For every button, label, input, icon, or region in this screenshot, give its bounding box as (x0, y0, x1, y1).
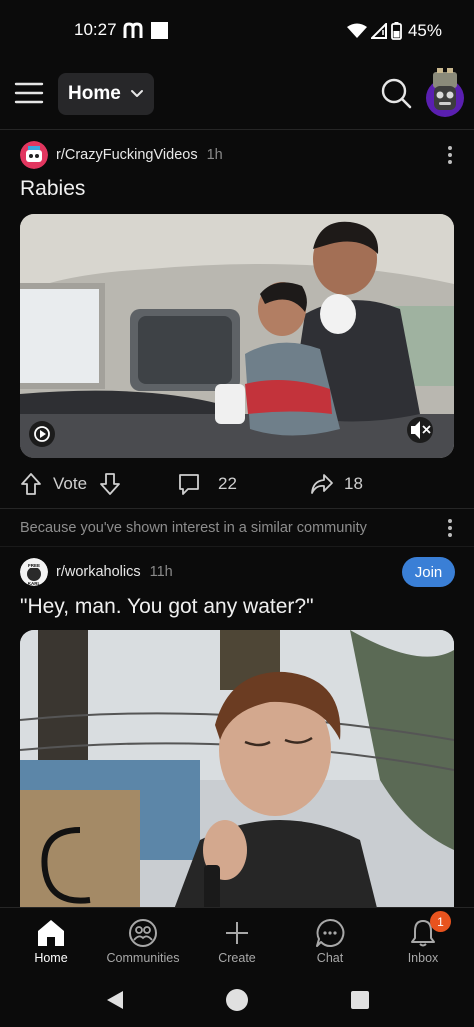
video-thumbnail (20, 214, 454, 458)
nav-inbox-label: Inbox (407, 951, 439, 965)
comment-count: 22 (218, 474, 237, 493)
wifi-icon (346, 23, 367, 38)
nav-create[interactable]: Create (190, 908, 284, 974)
inbox-notification-badge: 1 (430, 911, 451, 932)
recommendation-options-icon[interactable] (447, 519, 453, 537)
svg-text:FREE: FREE (28, 563, 40, 568)
vote-label: Vote (53, 474, 88, 493)
plus-icon (226, 922, 248, 944)
share-icon (311, 474, 333, 494)
share-count: 18 (344, 474, 363, 493)
subreddit-name[interactable]: r/workaholics (56, 564, 141, 580)
comments-button[interactable]: 22 (178, 466, 237, 502)
back-triangle-icon (107, 991, 123, 1009)
battery-icon (391, 22, 402, 40)
system-navigation-bar (0, 973, 474, 1027)
upvote-icon[interactable] (20, 472, 42, 496)
vote-group: Vote (20, 466, 121, 502)
subreddit-name[interactable]: r/CrazyFuckingVideos (56, 147, 198, 163)
communities-icon (129, 919, 157, 947)
recents-square-icon (351, 991, 369, 1009)
nav-home-label: Home (34, 951, 68, 965)
status-bar: 10:27 45% (0, 0, 474, 62)
post-card[interactable]: r/CrazyFuckingVideos 1h Rabies Vote 22 1… (0, 130, 474, 508)
user-avatar[interactable] (424, 66, 466, 122)
cell-signal-icon (370, 23, 387, 39)
nav-chat[interactable]: Chat (283, 908, 377, 974)
post-actions: Vote 22 18 (20, 466, 460, 502)
post-card[interactable]: FREE KARL r/workaholics 11h "Hey, man. Y… (0, 547, 474, 920)
post-meta: r/CrazyFuckingVideos 1h (20, 140, 223, 170)
home-system-button[interactable] (222, 985, 252, 1015)
post-image[interactable] (20, 630, 454, 920)
app-notification-icon (123, 22, 143, 38)
comment-icon (179, 474, 199, 495)
post-age: 1h (206, 147, 223, 163)
svg-text:KARL: KARL (28, 581, 41, 586)
share-button[interactable]: 18 (310, 466, 363, 502)
gif-thumbnail (20, 630, 454, 920)
post-video[interactable] (20, 214, 454, 458)
join-button[interactable]: Join (402, 557, 455, 587)
chat-icon (316, 918, 345, 947)
post-divider (0, 508, 474, 509)
notification-square-icon (151, 22, 168, 39)
post-meta: FREE KARL r/workaholics 11h (20, 557, 173, 587)
menu-icon[interactable] (14, 78, 44, 108)
subreddit-icon[interactable]: FREE KARL (20, 558, 48, 586)
feed-selector-label: Home (68, 83, 121, 104)
nav-communities-label: Communities (106, 951, 180, 965)
chevron-down-icon (131, 90, 143, 97)
back-button[interactable] (100, 985, 130, 1015)
bottom-navigation: Home Communities Create Chat Inbox 1 (0, 907, 474, 973)
recents-button[interactable] (345, 985, 375, 1015)
post-age: 11h (149, 564, 173, 580)
recommendation-reason: Because you've shown interest in a simil… (20, 520, 367, 536)
post-options-icon[interactable] (447, 146, 453, 164)
nav-communities[interactable]: Communities (96, 908, 190, 974)
nav-create-label: Create (218, 951, 256, 965)
nav-home[interactable]: Home (4, 908, 98, 974)
feed-selector-dropdown[interactable]: Home (58, 73, 154, 115)
home-icon (38, 920, 64, 946)
home-circle-icon (226, 989, 248, 1011)
post-title[interactable]: "Hey, man. You got any water?" (20, 595, 314, 619)
battery-percent: 45% (407, 21, 442, 40)
nav-inbox[interactable]: Inbox 1 (376, 908, 470, 974)
status-time: 10:27 (74, 20, 117, 39)
downvote-icon[interactable] (99, 472, 121, 496)
app-header: Home (0, 62, 474, 130)
nav-chat-label: Chat (316, 951, 344, 965)
search-icon[interactable] (380, 77, 412, 109)
post-title[interactable]: Rabies (20, 177, 85, 201)
status-indicators: 45% (346, 18, 442, 44)
subreddit-icon[interactable] (20, 141, 48, 169)
